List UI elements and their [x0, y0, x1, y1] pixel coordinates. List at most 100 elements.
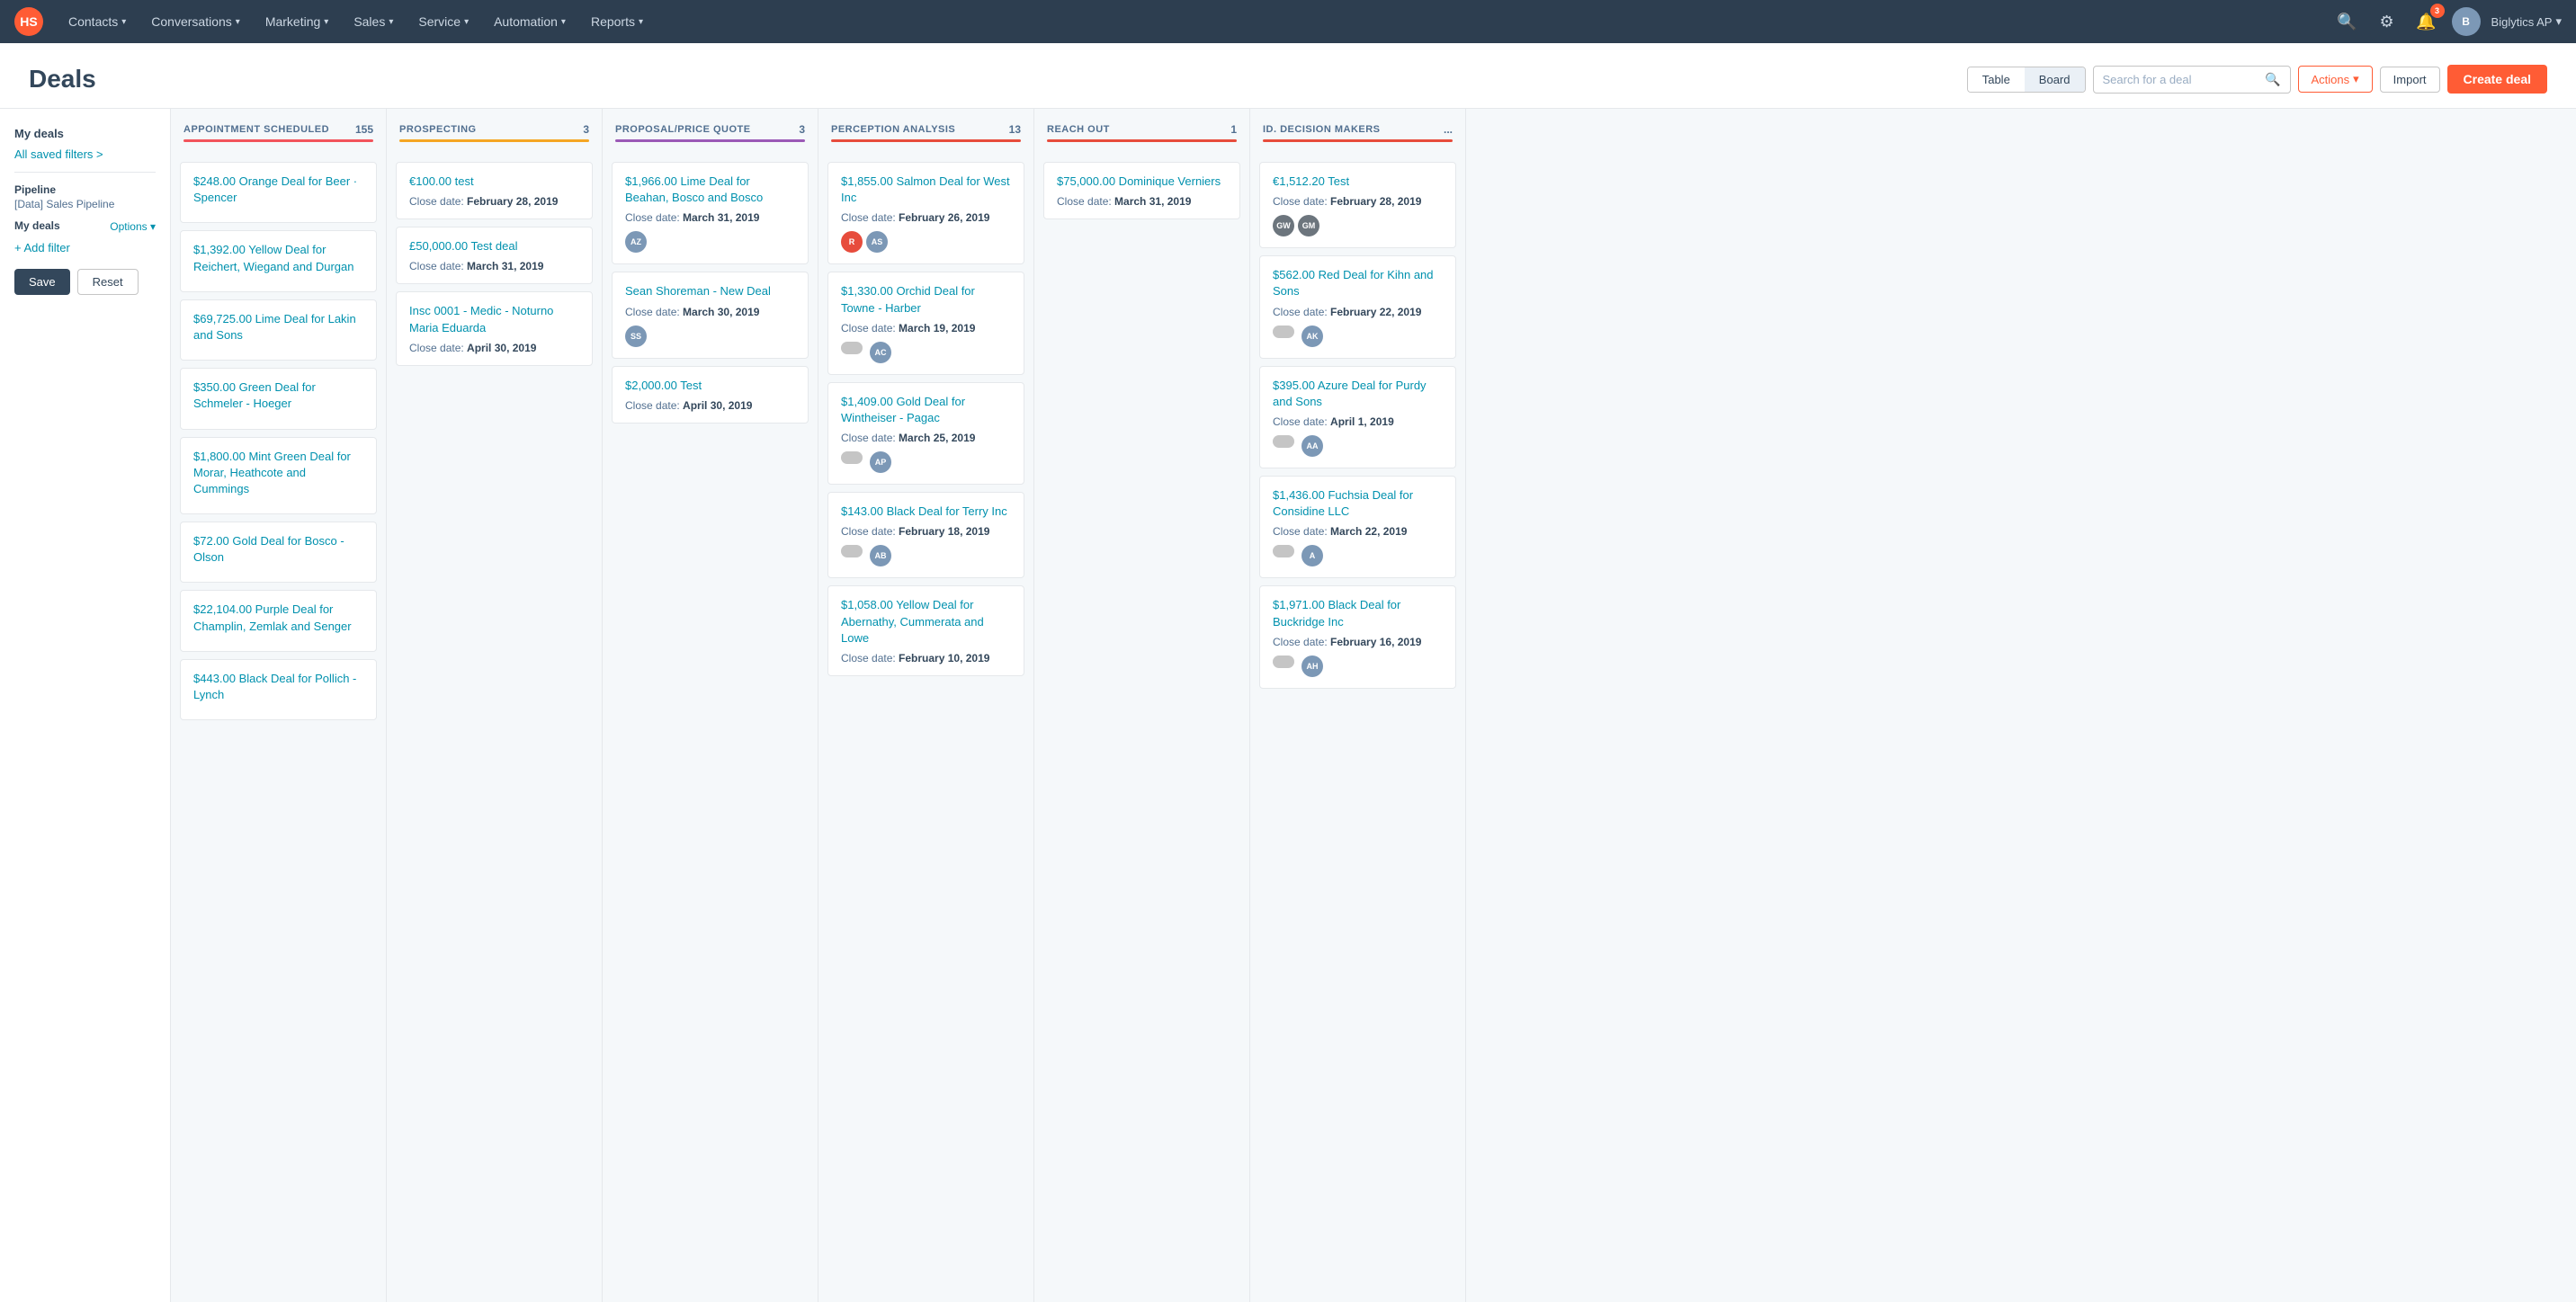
user-avatar[interactable]: B: [2452, 7, 2481, 36]
deal-card[interactable]: $69,725.00 Lime Deal for Lakin and Sons: [180, 299, 377, 361]
column-title: PROSPECTING: [399, 124, 477, 135]
chevron-down-icon: ▾: [389, 17, 393, 27]
nav-conversations[interactable]: Conversations ▾: [140, 7, 251, 36]
all-saved-filters-link[interactable]: All saved filters >: [14, 147, 156, 161]
deal-card[interactable]: £50,000.00 Test dealClose date: March 31…: [396, 227, 593, 284]
deal-card[interactable]: $1,436.00 Fuchsia Deal for Considine LLC…: [1259, 476, 1456, 578]
deal-card[interactable]: $350.00 Green Deal for Schmeler - Hoeger: [180, 368, 377, 429]
nav-marketing[interactable]: Marketing ▾: [255, 7, 340, 36]
deal-close-date: Close date: February 26, 2019: [841, 211, 1011, 224]
deal-close-date: Close date: February 16, 2019: [1273, 636, 1443, 648]
nav-marketing-label: Marketing: [265, 14, 320, 29]
deal-title: $1,800.00 Mint Green Deal for Morar, Hea…: [193, 449, 363, 498]
deal-card[interactable]: $248.00 Orange Deal for Beer · Spencer: [180, 162, 377, 223]
table-view-button[interactable]: Table: [1968, 67, 2025, 92]
board-view-button[interactable]: Board: [2025, 67, 2085, 92]
deal-card[interactable]: $22,104.00 Purple Deal for Champlin, Zem…: [180, 590, 377, 651]
deal-card[interactable]: €1,512.20 TestClose date: February 28, 2…: [1259, 162, 1456, 248]
deal-card[interactable]: $75,000.00 Dominique VerniersClose date:…: [1043, 162, 1240, 219]
options-button[interactable]: Options ▾: [110, 220, 156, 233]
deals-board: APPOINTMENT SCHEDULED155$248.00 Orange D…: [171, 109, 2576, 1302]
deal-card[interactable]: Sean Shoreman - New DealClose date: Marc…: [612, 272, 809, 358]
search-deal-box[interactable]: 🔍: [2093, 66, 2291, 94]
save-button[interactable]: Save: [14, 269, 70, 295]
nav-contacts-label: Contacts: [68, 14, 118, 29]
deal-title: $1,436.00 Fuchsia Deal for Considine LLC: [1273, 487, 1443, 520]
board-columns: APPOINTMENT SCHEDULED155$248.00 Orange D…: [171, 109, 1466, 1302]
deal-toggle[interactable]: [841, 545, 863, 557]
nav-reports[interactable]: Reports ▾: [580, 7, 654, 36]
deal-title: $1,966.00 Lime Deal for Beahan, Bosco an…: [625, 174, 795, 206]
deal-card[interactable]: $562.00 Red Deal for Kihn and SonsClose …: [1259, 255, 1456, 358]
deal-close-date: Close date: February 28, 2019: [1273, 195, 1443, 208]
deal-card[interactable]: Insc 0001 - Medic - Noturno Maria Eduard…: [396, 291, 593, 365]
my-deals-row: My deals Options ▾: [14, 219, 156, 234]
deal-card[interactable]: €100.00 testClose date: February 28, 201…: [396, 162, 593, 219]
chevron-down-icon: ▾: [324, 17, 328, 27]
deal-card[interactable]: $143.00 Black Deal for Terry Inc Close da…: [827, 492, 1024, 578]
create-deal-button[interactable]: Create deal: [2447, 65, 2547, 94]
hubspot-logo[interactable]: HS: [14, 7, 43, 36]
deal-toggle[interactable]: [1273, 545, 1294, 557]
column-bar: [399, 139, 589, 142]
notifications-button[interactable]: 🔔 3: [2412, 7, 2441, 36]
deal-toggle[interactable]: [1273, 435, 1294, 448]
avatar: AA: [1301, 435, 1323, 457]
nav-service[interactable]: Service ▾: [407, 7, 479, 36]
account-name[interactable]: Biglytics AP ▾: [2491, 14, 2562, 29]
deal-card[interactable]: $395.00 Azure Deal for Purdy and Sons Clo…: [1259, 366, 1456, 468]
pipeline-value: [Data] Sales Pipeline: [14, 198, 156, 210]
reset-button[interactable]: Reset: [77, 269, 139, 295]
settings-icon-button[interactable]: ⚙: [2373, 7, 2402, 36]
column-reach-out: REACH OUT1$75,000.00 Dominique VerniersC…: [1034, 109, 1250, 1302]
column-cards: €1,512.20 TestClose date: February 28, 2…: [1250, 155, 1465, 1302]
deal-close-date: Close date: February 10, 2019: [841, 652, 1011, 664]
deal-card[interactable]: $443.00 Black Deal for Pollich - Lynch: [180, 659, 377, 720]
deal-close-date: Close date: February 18, 2019: [841, 525, 1011, 538]
deal-card[interactable]: $1,058.00 Yellow Deal for Abernathy, Cum…: [827, 585, 1024, 676]
pipeline-label: Pipeline: [14, 183, 156, 196]
deal-toggle[interactable]: [1273, 655, 1294, 668]
deal-card[interactable]: $1,392.00 Yellow Deal for Reichert, Wieg…: [180, 230, 377, 291]
avatar: SS: [625, 326, 647, 347]
deal-title: $395.00 Azure Deal for Purdy and Sons: [1273, 378, 1443, 410]
column-title: PROPOSAL/PRICE QUOTE: [615, 124, 751, 135]
deal-card[interactable]: $1,966.00 Lime Deal for Beahan, Bosco an…: [612, 162, 809, 264]
deal-avatars: AA: [1273, 435, 1443, 457]
deal-avatars: AZ: [625, 231, 795, 253]
deal-card[interactable]: $72.00 Gold Deal for Bosco - Olson: [180, 522, 377, 583]
deal-card[interactable]: $1,800.00 Mint Green Deal for Morar, Hea…: [180, 437, 377, 515]
nav-right-actions: 🔍 ⚙ 🔔 3 B Biglytics AP ▾: [2333, 7, 2562, 36]
deal-card[interactable]: $1,330.00 Orchid Deal for Towne - Harber…: [827, 272, 1024, 374]
search-icon-button[interactable]: 🔍: [2333, 7, 2362, 36]
avatar: AH: [1301, 655, 1323, 677]
deal-title: $143.00 Black Deal for Terry Inc: [841, 504, 1011, 520]
deal-avatars: GWGM: [1273, 215, 1443, 236]
deal-avatars: AH: [1273, 655, 1443, 677]
nav-sales[interactable]: Sales ▾: [343, 7, 404, 36]
import-button[interactable]: Import: [2380, 67, 2440, 93]
nav-automation[interactable]: Automation ▾: [483, 7, 577, 36]
page-title: Deals: [29, 65, 1953, 94]
deal-toggle[interactable]: [841, 342, 863, 354]
add-filter-button[interactable]: + Add filter: [14, 241, 156, 254]
account-name-label: Biglytics AP: [2491, 15, 2553, 29]
sidebar: My deals All saved filters > Pipeline [D…: [0, 109, 171, 1302]
deal-card[interactable]: $1,971.00 Black Deal for Buckridge IncCl…: [1259, 585, 1456, 688]
deal-toggle[interactable]: [1273, 326, 1294, 338]
deal-close-date: Close date: March 31, 2019: [409, 260, 579, 272]
search-deal-input[interactable]: [2103, 73, 2260, 86]
column-title: REACH OUT: [1047, 124, 1110, 135]
nav-contacts[interactable]: Contacts ▾: [58, 7, 137, 36]
deal-close-date: Close date: April 1, 2019: [1273, 415, 1443, 428]
deal-card[interactable]: $1,409.00 Gold Deal for Wintheiser - Pag…: [827, 382, 1024, 485]
deal-card[interactable]: $1,855.00 Salmon Deal for West IncClose …: [827, 162, 1024, 264]
deal-title: Insc 0001 - Medic - Noturno Maria Eduard…: [409, 303, 579, 335]
deal-card[interactable]: $2,000.00 TestClose date: April 30, 2019: [612, 366, 809, 424]
deal-toggle[interactable]: [841, 451, 863, 464]
avatar: A: [1301, 545, 1323, 566]
notification-count: 3: [2430, 4, 2445, 18]
svg-text:HS: HS: [20, 14, 37, 29]
avatar: AZ: [625, 231, 647, 253]
actions-button[interactable]: Actions ▾: [2298, 66, 2373, 93]
